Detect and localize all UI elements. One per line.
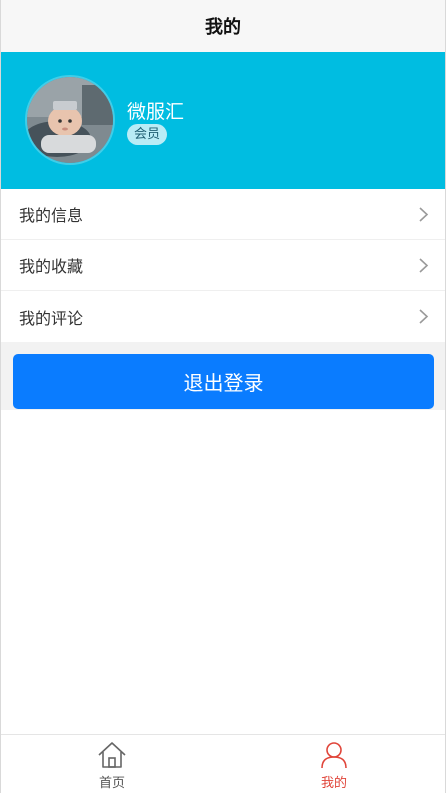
user-icon <box>321 742 347 769</box>
bottom-tabbar: 首页 我的 <box>1 734 445 793</box>
chevron-right-icon <box>419 207 429 222</box>
menu-item-my-info[interactable]: 我的信息 <box>1 189 445 240</box>
page-title: 我的 <box>205 17 241 38</box>
menu-item-label: 我的信息 <box>19 206 84 225</box>
tab-label: 我的 <box>320 776 347 791</box>
profile-header: 微服汇 会员 <box>1 52 445 189</box>
logout-button-label: 退出登录 <box>183 371 264 395</box>
username: 微服汇 <box>127 101 185 123</box>
logout-button[interactable]: 退出登录 <box>13 354 434 409</box>
home-icon <box>98 742 126 768</box>
avatar[interactable] <box>25 75 115 165</box>
menu-item-my-favorites[interactable]: 我的收藏 <box>1 240 445 291</box>
tab-mine[interactable]: 我的 <box>223 735 445 793</box>
tab-label: 首页 <box>98 776 125 791</box>
baby-photo-avatar <box>27 77 113 163</box>
tab-home[interactable]: 首页 <box>1 735 223 793</box>
member-badge: 会员 <box>127 124 168 145</box>
chevron-right-icon <box>419 258 429 273</box>
menu-item-my-comments[interactable]: 我的评论 <box>1 291 445 342</box>
mine-page: 我的 微服汇 会员 我的信息 我的收藏 我的评论 退出登录 首页 我的 <box>0 0 446 793</box>
menu-item-label: 我的收藏 <box>19 257 84 276</box>
menu-item-label: 我的评论 <box>19 308 84 328</box>
top-navbar: 我的 <box>1 0 445 52</box>
profile-menu: 我的信息 我的收藏 我的评论 <box>1 189 445 342</box>
chevron-right-icon <box>419 309 429 324</box>
